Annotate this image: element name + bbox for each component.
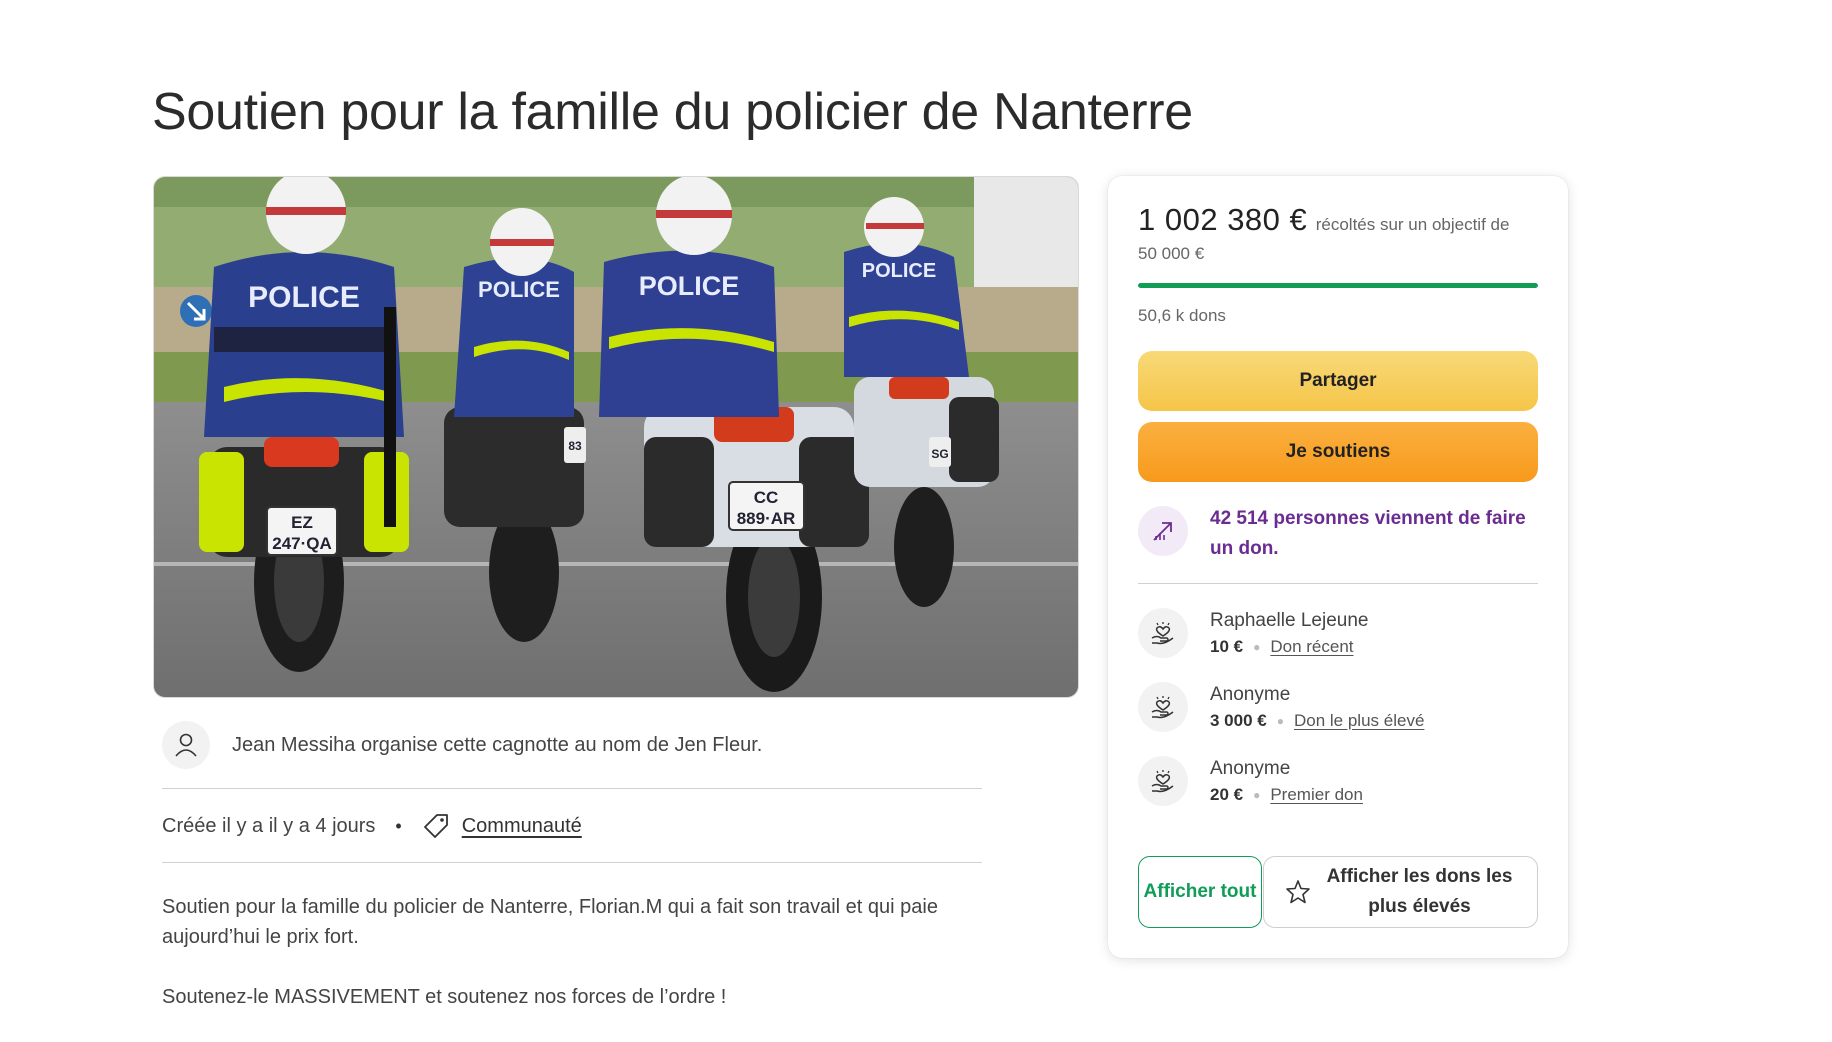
donation-count: 50,6 k dons (1138, 306, 1226, 325)
goal-amount: 50 000 € (1138, 244, 1205, 263)
donor-tag-link[interactable]: Don le plus élevé (1294, 708, 1424, 734)
amount-raised: 1 002 380 € (1138, 202, 1308, 237)
show-top-donations-button[interactable]: Afficher les dons les plus élevés (1263, 856, 1538, 928)
donate-button[interactable]: Je soutiens (1138, 422, 1538, 482)
amount-summary: 1 002 380 € récoltés sur un objectif de … (1138, 204, 1538, 268)
divider (162, 788, 982, 789)
plate-line-4: 889·AR (737, 509, 796, 528)
progress-bar (1138, 283, 1538, 288)
heart-hand-icon (1138, 682, 1188, 732)
heart-hand-icon (1138, 756, 1188, 806)
plate-small-2: SG (931, 447, 948, 461)
card-divider (1138, 583, 1538, 584)
progress-fill (1138, 283, 1538, 288)
police-motorcycles-photo: EZ 247·QA POLICE POLICE 83 CC 889·AR POL… (154, 177, 1078, 697)
heart-hand-icon (1138, 608, 1188, 658)
donor-tag-link[interactable]: Don récent (1270, 634, 1353, 660)
trending-up-icon (1138, 506, 1188, 556)
meta-row: Créée il y a il y a 4 jours • Communauté (162, 808, 582, 844)
donations-actions: Afficher tout Afficher les dons les plus… (1138, 856, 1538, 928)
page-title: Soutien pour la famille du policier de N… (152, 83, 1193, 141)
category-link[interactable]: Communauté (462, 815, 582, 838)
star-icon (1284, 878, 1312, 906)
svg-text:POLICE: POLICE (639, 271, 740, 301)
donor-tag-link[interactable]: Premier don (1270, 782, 1363, 808)
hero-image: EZ 247·QA POLICE POLICE 83 CC 889·AR POL… (153, 176, 1079, 698)
donor-amount: 20 € (1210, 785, 1244, 804)
user-icon (162, 721, 210, 769)
donation-card: 1 002 380 € récoltés sur un objectif de … (1108, 176, 1568, 958)
raised-suffix: récoltés sur un objectif de (1315, 215, 1510, 234)
donor-item: Anonyme 20 € ● Premier don (1138, 756, 1538, 812)
svg-text:POLICE: POLICE (478, 277, 560, 302)
donor-item: Anonyme 3 000 € ● Don le plus élevé (1138, 682, 1538, 738)
recent-donations-text: 42 514 personnes viennent de faire un do… (1210, 508, 1526, 559)
plate-line-2: 247·QA (272, 534, 332, 553)
share-button[interactable]: Partager (1138, 351, 1538, 411)
donor-name: Anonyme (1210, 684, 1291, 705)
description-paragraph: Soutien pour la famille du policier de N… (162, 896, 938, 948)
plate-line-1: EZ (291, 513, 313, 532)
tag-icon (422, 812, 450, 840)
organizer-text: Jean Messiha organise cette cagnotte au … (232, 733, 763, 756)
donor-name: Anonyme (1210, 758, 1291, 779)
svg-text:POLICE: POLICE (862, 260, 936, 282)
created-date: Créée il y a il y a 4 jours (162, 814, 376, 837)
donor-name: Raphaelle Lejeune (1210, 610, 1369, 631)
recent-donations-notice: 42 514 personnes viennent de faire un do… (1138, 506, 1538, 564)
plate-line-3: CC (754, 488, 779, 507)
description-paragraph: Soutenez-le MASSIVEMENT et soutenez nos … (162, 986, 727, 1008)
description: Soutien pour la famille du policier de N… (162, 892, 982, 1042)
plate-small: 83 (568, 439, 582, 453)
show-all-button[interactable]: Afficher tout (1138, 856, 1262, 928)
show-top-donations-label: Afficher les dons les plus élevés (1326, 866, 1513, 917)
vest-label: POLICE (248, 281, 360, 314)
donor-amount: 10 € (1210, 637, 1244, 656)
meta-separator: • (395, 815, 402, 836)
donor-item: Raphaelle Lejeune 10 € ● Don récent (1138, 608, 1538, 664)
organizer-row: Jean Messiha organise cette cagnotte au … (162, 720, 982, 770)
divider (162, 862, 982, 863)
donor-amount: 3 000 € (1210, 711, 1267, 730)
